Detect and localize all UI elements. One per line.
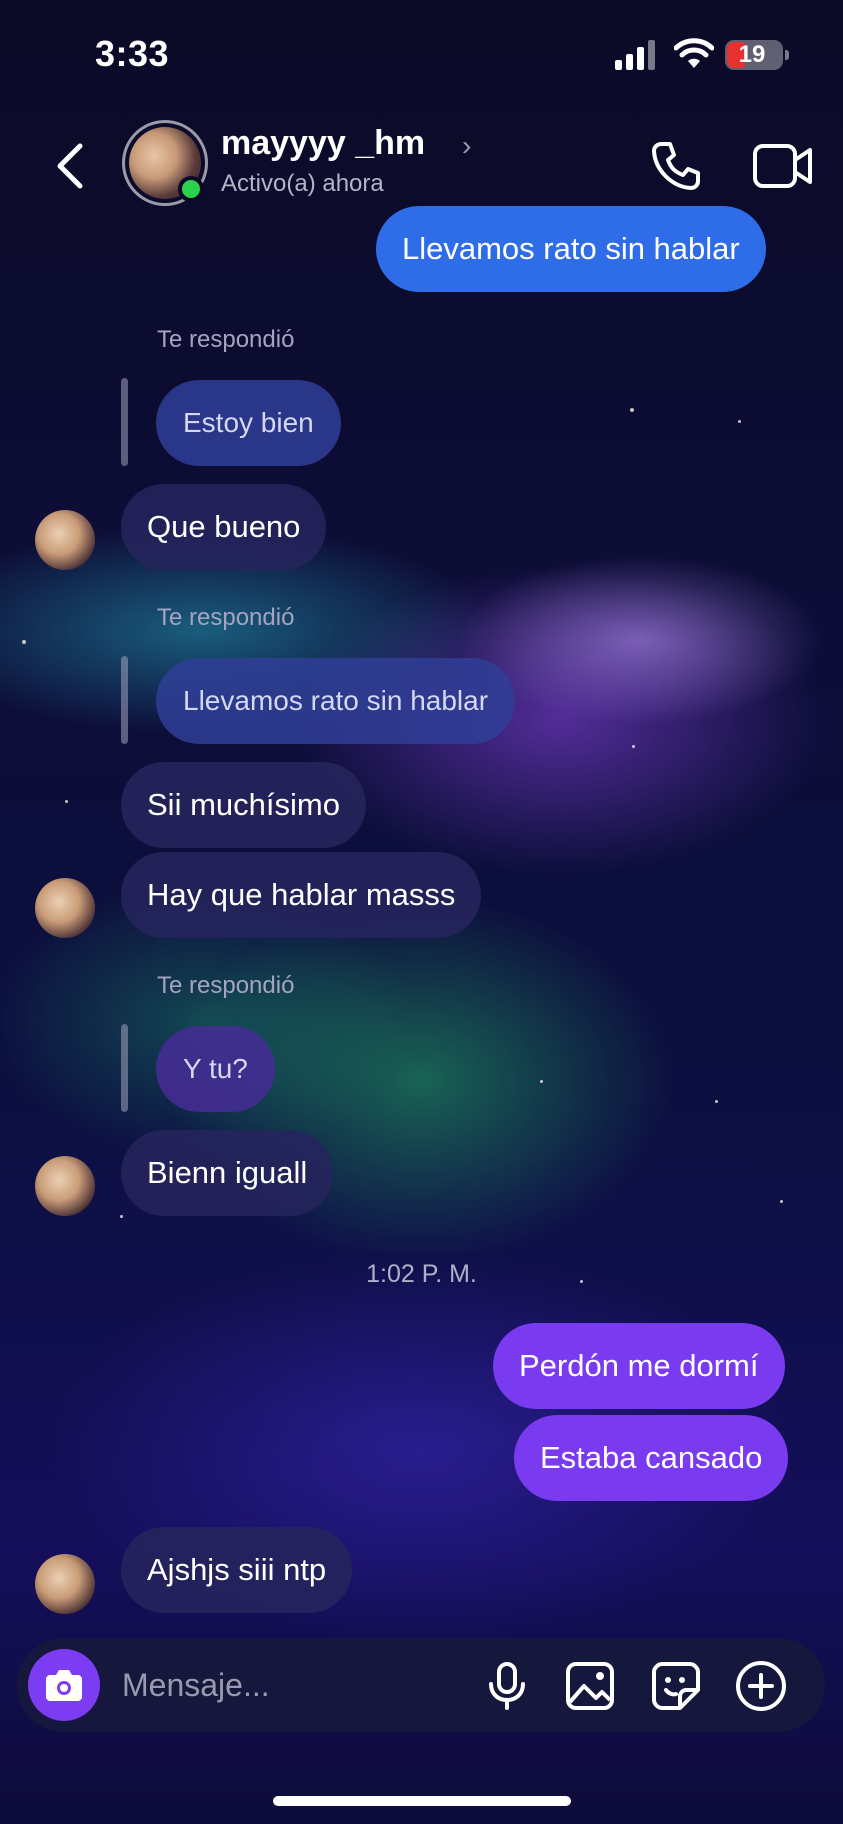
- reply-quote[interactable]: Estoy bien: [156, 380, 341, 466]
- status-time: 3:33: [95, 33, 170, 74]
- chat-header: mayyyy _hm › Activo(a) ahora: [0, 110, 843, 220]
- microphone-icon: [489, 1662, 525, 1710]
- voice-message-button[interactable]: [479, 1658, 535, 1714]
- home-indicator[interactable]: [273, 1796, 571, 1806]
- reply-label: Te respondió: [157, 972, 295, 999]
- back-button[interactable]: [48, 138, 92, 194]
- reply-label: Te respondió: [157, 604, 295, 631]
- back-chevron-icon: [57, 143, 83, 189]
- camera-icon: [46, 1670, 82, 1701]
- incoming-message[interactable]: Bienn iguall: [121, 1130, 334, 1216]
- cellular-signal-icon: [615, 40, 659, 75]
- video-camera-icon: [753, 144, 812, 188]
- message-timestamp: 1:02 P. M.: [366, 1260, 477, 1288]
- chevron-right-icon[interactable]: ›: [462, 130, 471, 162]
- contact-status: Activo(a) ahora: [221, 170, 384, 197]
- battery-icon: 19: [725, 40, 789, 70]
- gallery-button[interactable]: [562, 1658, 618, 1714]
- reply-quote[interactable]: Llevamos rato sin hablar: [156, 658, 516, 744]
- sender-avatar[interactable]: [35, 1156, 95, 1216]
- phone-icon: [652, 142, 700, 190]
- outgoing-message[interactable]: Estaba cansado: [514, 1415, 789, 1501]
- camera-button[interactable]: [28, 1649, 100, 1721]
- reply-bar: [121, 1024, 128, 1112]
- contact-name[interactable]: mayyyy _hm: [221, 124, 425, 163]
- message-composer: [17, 1638, 825, 1732]
- sender-avatar[interactable]: [35, 1554, 95, 1614]
- message-input[interactable]: [122, 1660, 472, 1710]
- reply-bar: [121, 378, 128, 466]
- wifi-icon: [673, 38, 715, 75]
- sender-avatar[interactable]: [35, 878, 95, 938]
- online-indicator: [178, 176, 204, 202]
- video-call-button[interactable]: [752, 140, 814, 192]
- outgoing-message[interactable]: Perdón me dormí: [493, 1323, 785, 1409]
- sender-avatar[interactable]: [35, 510, 95, 570]
- incoming-message[interactable]: Hay que hablar masss: [121, 852, 482, 938]
- voice-call-button[interactable]: [648, 138, 704, 194]
- status-bar: 3:33 19: [0, 0, 843, 110]
- plus-icon: [736, 1661, 786, 1711]
- incoming-message[interactable]: Sii muchísimo: [121, 762, 366, 848]
- reply-quote[interactable]: Y tu?: [156, 1026, 275, 1112]
- gallery-icon: [566, 1662, 614, 1710]
- outgoing-message[interactable]: Llevamos rato sin hablar: [376, 206, 766, 292]
- battery-level: 19: [738, 41, 766, 68]
- sticker-button[interactable]: [648, 1658, 704, 1714]
- reply-bar: [121, 656, 128, 744]
- incoming-message[interactable]: Ajshjs siii ntp: [121, 1527, 353, 1613]
- incoming-message[interactable]: Que bueno: [121, 484, 327, 570]
- reply-label: Te respondió: [157, 326, 295, 353]
- sticker-icon: [652, 1662, 700, 1710]
- more-options-button[interactable]: [733, 1658, 789, 1714]
